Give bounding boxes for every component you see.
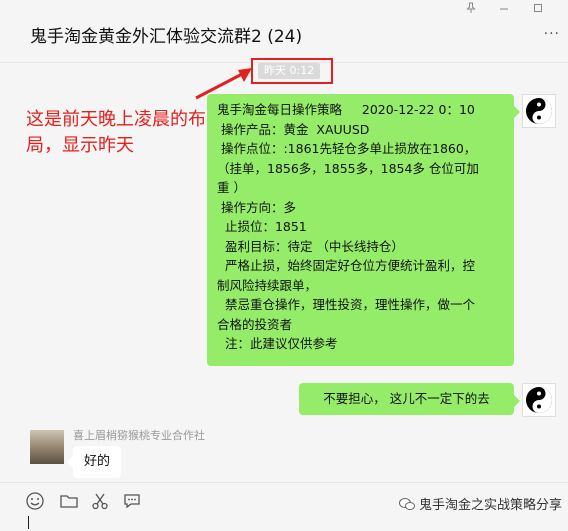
chat-title: 鬼手淘金黄金外汇体验交流群2 (24) xyxy=(30,27,303,47)
message-line: 严格止损，始终固定好仓位方便统计盈利，控 xyxy=(217,258,475,273)
scissors-icon[interactable] xyxy=(90,491,110,511)
my-avatar[interactable] xyxy=(522,383,556,417)
message-text: 不要担心， 这儿不一定下的去 xyxy=(323,391,490,406)
yin-yang-icon xyxy=(526,387,552,413)
chat-header: 鬼手淘金黄金外汇体验交流群2 (24) ··· xyxy=(0,0,568,63)
more-options-icon[interactable]: ··· xyxy=(544,26,560,42)
emoji-icon[interactable] xyxy=(25,491,45,511)
message-timestamp: 昨天 0:12 xyxy=(258,63,321,79)
message-line: 操作点位：:1861先轻仓多单止损放在1860， xyxy=(217,141,477,156)
message-line: 合格的投资者 xyxy=(217,316,293,332)
message-line: 操作产品：黄金 XAUUSD xyxy=(217,121,370,137)
message-line: 制风险持续跟单， xyxy=(217,277,318,293)
incoming-message-bubble[interactable]: 好的 xyxy=(67,446,121,478)
annotation-text: 这是前天晚上凌晨的布局，显示昨天 xyxy=(26,109,206,156)
message-line: 注：此建议仅供参考 xyxy=(217,336,338,351)
message-line: 禁忌重仓操作，理性投资，理性操作，做一个 xyxy=(217,297,475,312)
strategy-message-bubble[interactable]: 鬼手淘金每日操作策略 2020-12-22 0：10 操作产品：黄金 XAUUS… xyxy=(207,94,520,366)
chat-bubble-icon[interactable] xyxy=(122,491,142,511)
pin-icon[interactable] xyxy=(466,2,476,17)
message-line: 鬼手淘金每日操作策略 2020-12-22 0：10 xyxy=(217,102,475,117)
message-text: 好的 xyxy=(83,454,110,469)
maximize-icon[interactable] xyxy=(533,2,543,16)
watermark-text: 鬼手淘金之实战策略分享 xyxy=(418,498,562,513)
text-cursor xyxy=(28,516,29,529)
message-line: （挂单，1856多，1855多，1854多 仓位可加 xyxy=(217,160,479,176)
sender-avatar[interactable] xyxy=(30,430,64,464)
my-avatar[interactable] xyxy=(522,94,556,128)
message-line: 止损位：1851 xyxy=(217,219,307,234)
sender-name: 喜上眉梢猕猴桃专业合作社 xyxy=(73,429,205,442)
message-line: 盈利目标：待定 （中长线持仓） xyxy=(217,238,404,254)
reply-message-bubble[interactable]: 不要担心， 这儿不一定下的去 xyxy=(299,383,520,415)
wechat-logo-icon xyxy=(398,497,415,510)
watermark: 鬼手淘金之实战策略分享 xyxy=(398,494,562,513)
message-line: 重 ） xyxy=(217,180,246,195)
minimize-icon[interactable] xyxy=(499,2,509,16)
message-line: 操作方向：多 xyxy=(217,199,296,215)
yin-yang-icon xyxy=(526,98,552,124)
folder-icon[interactable] xyxy=(59,491,79,511)
